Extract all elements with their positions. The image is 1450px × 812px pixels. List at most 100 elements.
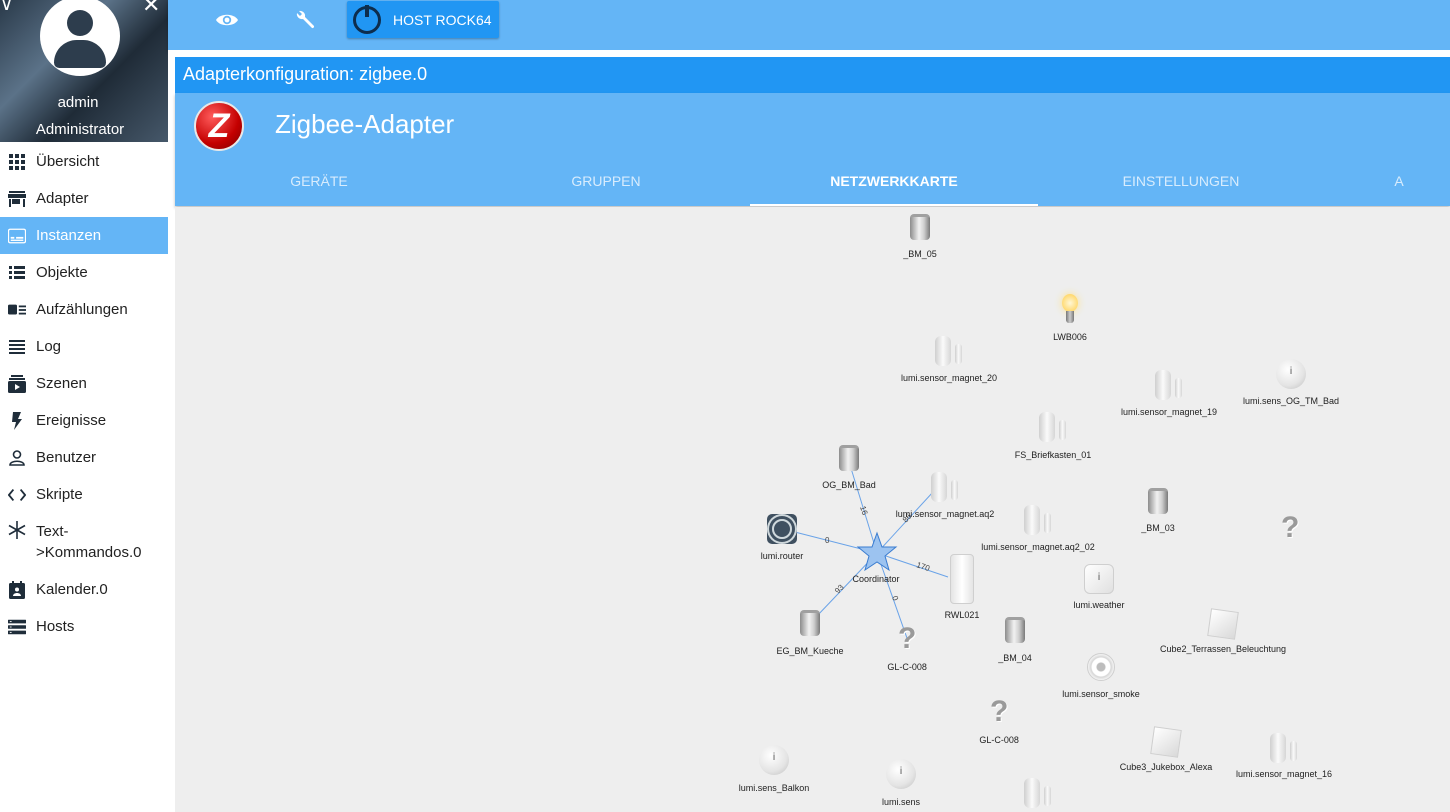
host-button[interactable]: HOST ROCK64 <box>347 1 499 38</box>
node-label: lumi.sens_OG_TM_Bad <box>1242 396 1340 406</box>
node-label: LWB006 <box>1053 332 1087 342</box>
bulb-icon <box>1059 294 1081 326</box>
weather-sensor-icon <box>1084 564 1114 594</box>
door-sensor-icon <box>935 336 963 366</box>
sidebar-item-szenen[interactable]: Szenen <box>0 365 168 402</box>
temperature-sensor-icon <box>1276 359 1306 389</box>
map-node[interactable]: lumi.sensor_magnet_20 <box>901 336 997 383</box>
motion-sensor-icon <box>910 214 930 240</box>
map-node[interactable] <box>1024 778 1052 812</box>
chevron-down-icon[interactable]: ∨ <box>0 0 13 15</box>
sidebar-item-aufzaehlungen[interactable]: Aufzählungen <box>0 291 168 328</box>
map-node[interactable]: ? GL-C-008 <box>979 697 1019 746</box>
map-node[interactable]: lumi.sensor_magnet.aq2_02 <box>981 505 1095 552</box>
sidebar-menu: Übersicht Adapter Instanzen Objekte Aufz… <box>0 143 168 645</box>
map-node[interactable]: lumi.sensor_magnet_16 <box>1236 733 1332 779</box>
sidebar-item-objekte[interactable]: Objekte <box>0 254 168 291</box>
sidebar-item-label: Kalender.0 <box>36 581 108 598</box>
sidebar-item-label: Hosts <box>36 618 75 635</box>
map-node[interactable]: lumi.sensor_smoke <box>1062 653 1140 699</box>
network-map[interactable]: 16 86 0 170 93 0 _BM_05 LWB006 lumi.sens… <box>175 207 1450 812</box>
sidebar-item-text-kommandos[interactable]: Text->Kommandos.0 <box>0 513 168 571</box>
sidebar-item-hosts[interactable]: Hosts <box>0 608 168 645</box>
map-node[interactable]: ? <box>1281 513 1299 547</box>
tab-einstellungen[interactable]: EINSTELLUNGEN <box>1037 173 1325 206</box>
node-label: lumi.sensor_magnet.aq2 <box>895 509 995 519</box>
motion-sensor-icon <box>1005 617 1025 643</box>
sidebar-item-kalender[interactable]: Kalender.0 <box>0 571 168 608</box>
log-lines-icon <box>8 338 26 356</box>
link-lqi-label: 170 <box>915 560 931 573</box>
map-node[interactable]: OG_BM_Bad <box>822 445 876 490</box>
sidebar: ∨ ✕ admin Administrator Übersicht Adapte… <box>0 0 168 812</box>
map-node[interactable]: Cube2_Terrassen_Beleuchtung <box>1160 608 1286 654</box>
network-links: 16 86 0 170 93 0 <box>782 464 949 642</box>
map-node[interactable]: ? GL-C-008 <box>887 624 927 673</box>
tab-netzwerkkarte[interactable]: NETZWERKKARTE <box>750 173 1038 206</box>
link-lqi-label: 93 <box>833 582 846 595</box>
map-node[interactable]: FS_Briefkasten_01 <box>1015 412 1091 460</box>
door-sensor-icon <box>1024 505 1052 535</box>
node-label: lumi.sens_Balkon <box>738 783 810 793</box>
map-node[interactable]: _BM_05 <box>903 214 937 259</box>
map-node[interactable]: EG_BM_Kueche <box>776 610 844 656</box>
code-icon <box>8 486 26 504</box>
map-node[interactable]: LWB006 <box>1053 294 1087 342</box>
sidebar-item-uebersicht[interactable]: Übersicht <box>0 143 168 180</box>
map-node[interactable]: lumi.sens_Balkon <box>739 745 809 793</box>
sidebar-item-label: Szenen <box>36 375 87 392</box>
eye-icon[interactable] <box>207 8 247 32</box>
sidebar-item-instanzen[interactable]: Instanzen <box>0 217 168 254</box>
user-role: Administrator <box>35 121 125 138</box>
top-toolbar: HOST ROCK64 <box>168 0 1450 50</box>
node-label: lumi.sensor_magnet_19 <box>1120 407 1218 417</box>
close-icon[interactable]: ✕ <box>142 0 160 16</box>
sidebar-item-label: Text->Kommandos.0 <box>36 523 142 561</box>
map-node[interactable]: _BM_04 <box>998 617 1032 663</box>
sidebar-item-benutzer[interactable]: Benutzer <box>0 439 168 476</box>
sidebar-item-ereignisse[interactable]: Ereignisse <box>0 402 168 439</box>
node-label: RWL021 <box>944 610 980 620</box>
map-node[interactable]: lumi.sens <box>882 759 920 807</box>
node-label: lumi.sensor_smoke <box>1062 689 1140 699</box>
tab-geraete[interactable]: GERÄTE <box>175 173 463 206</box>
sidebar-item-label: Ereignisse <box>36 412 107 429</box>
node-label: lumi.sens <box>881 797 921 807</box>
node-label: _BM_04 <box>998 653 1032 663</box>
wrench-icon[interactable] <box>285 8 325 32</box>
map-node[interactable]: RWL021 <box>945 554 979 620</box>
temperature-sensor-icon <box>759 745 789 775</box>
door-sensor-icon <box>931 472 959 502</box>
map-node[interactable]: lumi.router <box>761 514 803 561</box>
map-node[interactable]: lumi.sens_OG_TM_Bad <box>1243 359 1339 406</box>
node-label: GL-C-008 <box>887 662 927 672</box>
motion-sensor-icon <box>800 610 820 636</box>
sidebar-item-adapter[interactable]: Adapter <box>0 180 168 217</box>
sidebar-item-log[interactable]: Log <box>0 328 168 365</box>
tab-more[interactable]: A <box>1324 173 1450 206</box>
adapter-name: Zigbee-Adapter <box>275 109 455 139</box>
map-node[interactable]: lumi.sensor_magnet_19 <box>1121 370 1217 417</box>
door-sensor-icon <box>1024 778 1052 808</box>
map-node[interactable]: lumi.weather <box>1073 564 1125 610</box>
calendar-icon <box>8 580 26 599</box>
zigbee-logo-letter: Z <box>208 107 230 145</box>
node-label: FS_Briefkasten_01 <box>1014 450 1092 460</box>
user-icon <box>8 449 26 467</box>
map-node[interactable]: lumi.sensor_magnet.aq2 <box>896 472 994 519</box>
snowflake-icon <box>8 521 26 539</box>
node-label: Coordinator <box>852 574 900 584</box>
door-sensor-icon <box>1270 733 1298 763</box>
flash-icon <box>8 411 26 430</box>
list-icon <box>8 264 26 282</box>
link-lqi-label: 16 <box>858 505 869 517</box>
page-title: Adapterkonfiguration: zigbee.0 <box>175 57 1450 93</box>
map-node[interactable]: Cube3_Jukebox_Alexa <box>1120 726 1212 772</box>
sidebar-item-label: Übersicht <box>36 153 100 170</box>
router-icon <box>767 514 797 544</box>
map-node[interactable]: _BM_03 <box>1141 488 1175 533</box>
tab-gruppen[interactable]: GRUPPEN <box>462 173 750 206</box>
sidebar-item-skripte[interactable]: Skripte <box>0 476 168 513</box>
motion-sensor-icon <box>1148 488 1168 514</box>
cube-icon <box>1207 608 1239 640</box>
